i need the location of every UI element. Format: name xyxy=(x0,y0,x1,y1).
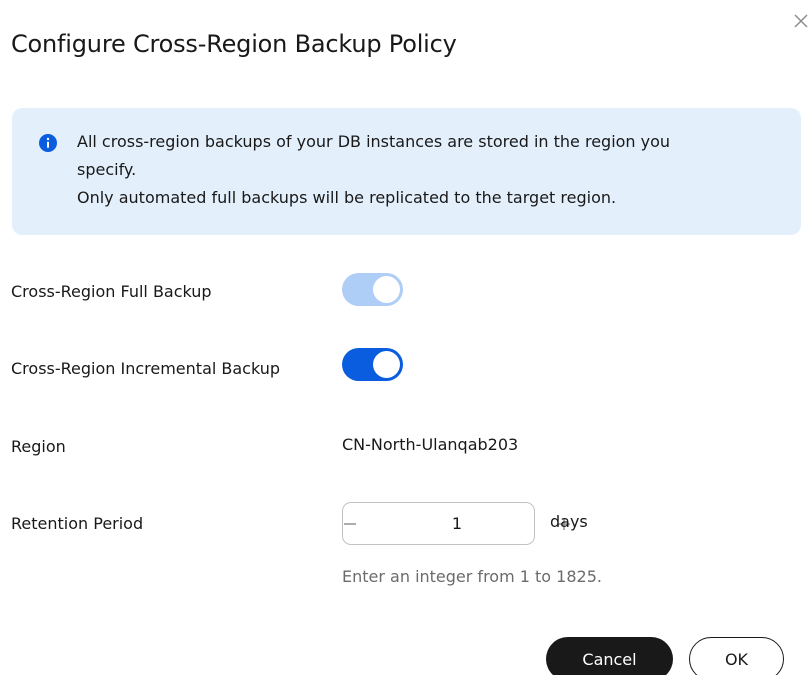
retention-period-input[interactable] xyxy=(357,503,557,544)
full-backup-toggle[interactable] xyxy=(342,273,403,306)
full-backup-label: Cross-Region Full Backup xyxy=(11,282,212,301)
retention-unit: days xyxy=(550,512,588,531)
notice-line-1: All cross-region backups of your DB inst… xyxy=(77,132,671,151)
retention-period-label: Retention Period xyxy=(11,514,144,533)
close-icon xyxy=(794,14,808,28)
info-notice: All cross-region backups of your DB inst… xyxy=(12,108,801,235)
incremental-backup-label: Cross-Region Incremental Backup xyxy=(11,359,281,378)
ok-button[interactable]: OK xyxy=(689,637,784,675)
notice-line-3: Only automated full backups will be repl… xyxy=(77,188,617,207)
dialog-title: Configure Cross-Region Backup Policy xyxy=(11,30,457,58)
toggle-knob xyxy=(373,276,400,303)
region-value: CN-North-Ulanqab203 xyxy=(342,435,519,454)
retention-period-stepper xyxy=(342,502,570,545)
cancel-button[interactable]: Cancel xyxy=(546,637,673,675)
toggle-knob xyxy=(373,351,400,378)
region-label: Region xyxy=(11,437,66,456)
retention-hint: Enter an integer from 1 to 1825. xyxy=(342,567,602,586)
notice-line-2: specify. xyxy=(77,160,137,179)
notice-text: All cross-region backups of your DB inst… xyxy=(77,128,777,212)
close-button[interactable] xyxy=(790,10,812,32)
cross-region-backup-dialog: Configure Cross-Region Backup Policy All… xyxy=(0,0,812,675)
info-icon xyxy=(39,134,57,152)
incremental-backup-toggle[interactable] xyxy=(342,348,403,381)
minus-icon xyxy=(344,522,356,525)
decrement-button[interactable] xyxy=(343,503,357,544)
